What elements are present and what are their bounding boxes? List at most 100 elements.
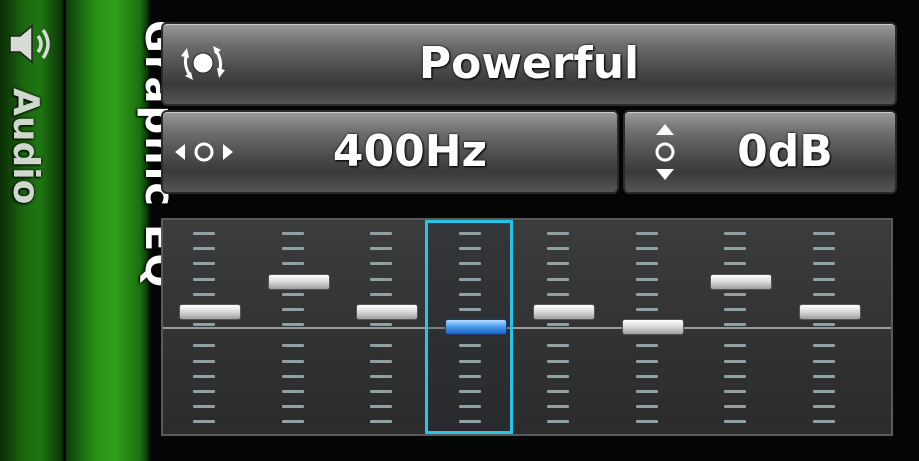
eq-scale-tick (547, 232, 569, 235)
eq-band-slider-8[interactable] (779, 220, 867, 434)
eq-scale-tick (812, 277, 835, 281)
eq-scale-tick (547, 292, 569, 296)
eq-scale-tick (635, 292, 658, 296)
eq-scale-tick (724, 420, 746, 424)
eq-scale-tick (370, 405, 392, 409)
eq-scale-tick (724, 405, 746, 409)
eq-scale-tick (281, 359, 304, 363)
eq-scale-tick (724, 232, 746, 235)
eq-scale-tick (281, 374, 304, 378)
eq-scale-tick (547, 344, 569, 348)
eq-scale-tick (635, 390, 658, 393)
eq-scale-tick (193, 262, 215, 266)
eq-band-knob[interactable] (533, 304, 595, 320)
eq-scale-tick (193, 390, 215, 393)
eq-scale-tick (458, 420, 481, 424)
eq-scale-tick (635, 374, 658, 378)
eq-band-slider-7[interactable] (690, 220, 778, 434)
eq-scale-tick (547, 359, 569, 363)
eq-band-knob[interactable] (710, 274, 772, 290)
eq-scale-tick (724, 390, 746, 393)
eq-band-knob[interactable] (267, 274, 330, 290)
eq-scale-tick (281, 405, 304, 409)
eq-scale-tick (281, 308, 304, 311)
eq-band-slider-5[interactable] (513, 220, 601, 434)
tab-audio[interactable]: Audio (0, 0, 64, 461)
eq-scale-tick (635, 308, 658, 311)
eq-scale-tick (370, 420, 392, 424)
eq-scale-tick (193, 292, 215, 296)
graphic-eq-screen: Audio Graphic EQ Powerful 400Hz 0dB (0, 0, 919, 461)
tab-graphic-eq[interactable]: Graphic EQ (66, 0, 182, 461)
eq-scale-tick (724, 344, 746, 348)
eq-scale-tick (370, 323, 392, 327)
eq-scale-tick (370, 374, 392, 378)
eq-scale-tick (458, 232, 481, 235)
eq-scale-tick (547, 262, 569, 266)
speaker-icon (9, 24, 50, 64)
eq-scale-tick (281, 262, 304, 266)
eq-scale-tick (193, 277, 215, 281)
eq-scale-tick (370, 359, 392, 363)
eq-scale-tick (458, 344, 481, 348)
eq-band-knob[interactable] (179, 304, 241, 320)
eq-scale-tick (635, 359, 658, 363)
eq-band-knob[interactable] (356, 304, 418, 320)
eq-scale-tick (458, 405, 481, 409)
eq-scale-tick (635, 262, 658, 266)
eq-scale-tick (193, 420, 215, 424)
eq-scale-tick (547, 390, 569, 393)
eq-scale-tick (281, 344, 304, 348)
eq-scale-tick (193, 232, 215, 235)
eq-scale-tick (635, 344, 658, 348)
eq-scale-tick (547, 405, 569, 409)
eq-scale-tick (635, 405, 658, 409)
eq-scale-tick (370, 277, 392, 281)
eq-band-slider-2[interactable] (248, 220, 336, 434)
eq-scale-tick (458, 247, 481, 251)
eq-scale-tick (724, 292, 746, 296)
eq-band-knob[interactable] (798, 304, 861, 320)
frequency-selector[interactable]: 400Hz (161, 110, 619, 194)
preset-mode-button[interactable]: Powerful (161, 22, 897, 106)
eq-scale-tick (724, 323, 746, 327)
eq-band-knob[interactable] (444, 319, 507, 335)
eq-scale-tick (635, 420, 658, 424)
eq-scale-tick (458, 262, 481, 266)
eq-scale-tick (281, 232, 304, 235)
eq-band-slider-3[interactable] (336, 220, 424, 434)
eq-scale-tick (370, 232, 392, 235)
eq-scale-tick (812, 247, 835, 251)
eq-scale-tick (724, 308, 746, 311)
eq-scale-tick (812, 262, 835, 266)
eq-scale-tick (547, 247, 569, 251)
eq-scale-tick (812, 405, 835, 409)
eq-scale-tick (635, 277, 658, 281)
eq-band-knob[interactable] (621, 319, 684, 335)
eq-scale-tick (635, 232, 658, 235)
eq-band-slider-4[interactable] (424, 220, 513, 434)
gain-value: 0dB (737, 126, 833, 177)
eq-scale-tick (193, 374, 215, 378)
eq-scale-tick (370, 390, 392, 393)
eq-scale-tick (370, 344, 392, 348)
eq-scale-tick (193, 247, 215, 251)
eq-band-slider-6[interactable] (602, 220, 690, 434)
eq-scale-tick (458, 292, 481, 296)
eq-scale-tick (547, 374, 569, 378)
eq-scale-tick (812, 390, 835, 393)
eq-scale-tick (458, 359, 481, 363)
eq-scale-tick (724, 262, 746, 266)
eq-scale-tick (458, 277, 481, 281)
eq-scale-tick (547, 420, 569, 424)
eq-scale-tick (812, 374, 835, 378)
eq-scale-tick (281, 420, 304, 424)
tab-audio-label: Audio (5, 88, 46, 205)
eq-scale-tick (281, 292, 304, 296)
eq-scale-tick (458, 308, 481, 311)
eq-scale-tick (724, 247, 746, 251)
eq-scale-tick (193, 359, 215, 363)
eq-scale-tick (812, 420, 835, 424)
gain-selector[interactable]: 0dB (623, 110, 897, 194)
eq-band-slider-1[interactable] (159, 220, 247, 434)
